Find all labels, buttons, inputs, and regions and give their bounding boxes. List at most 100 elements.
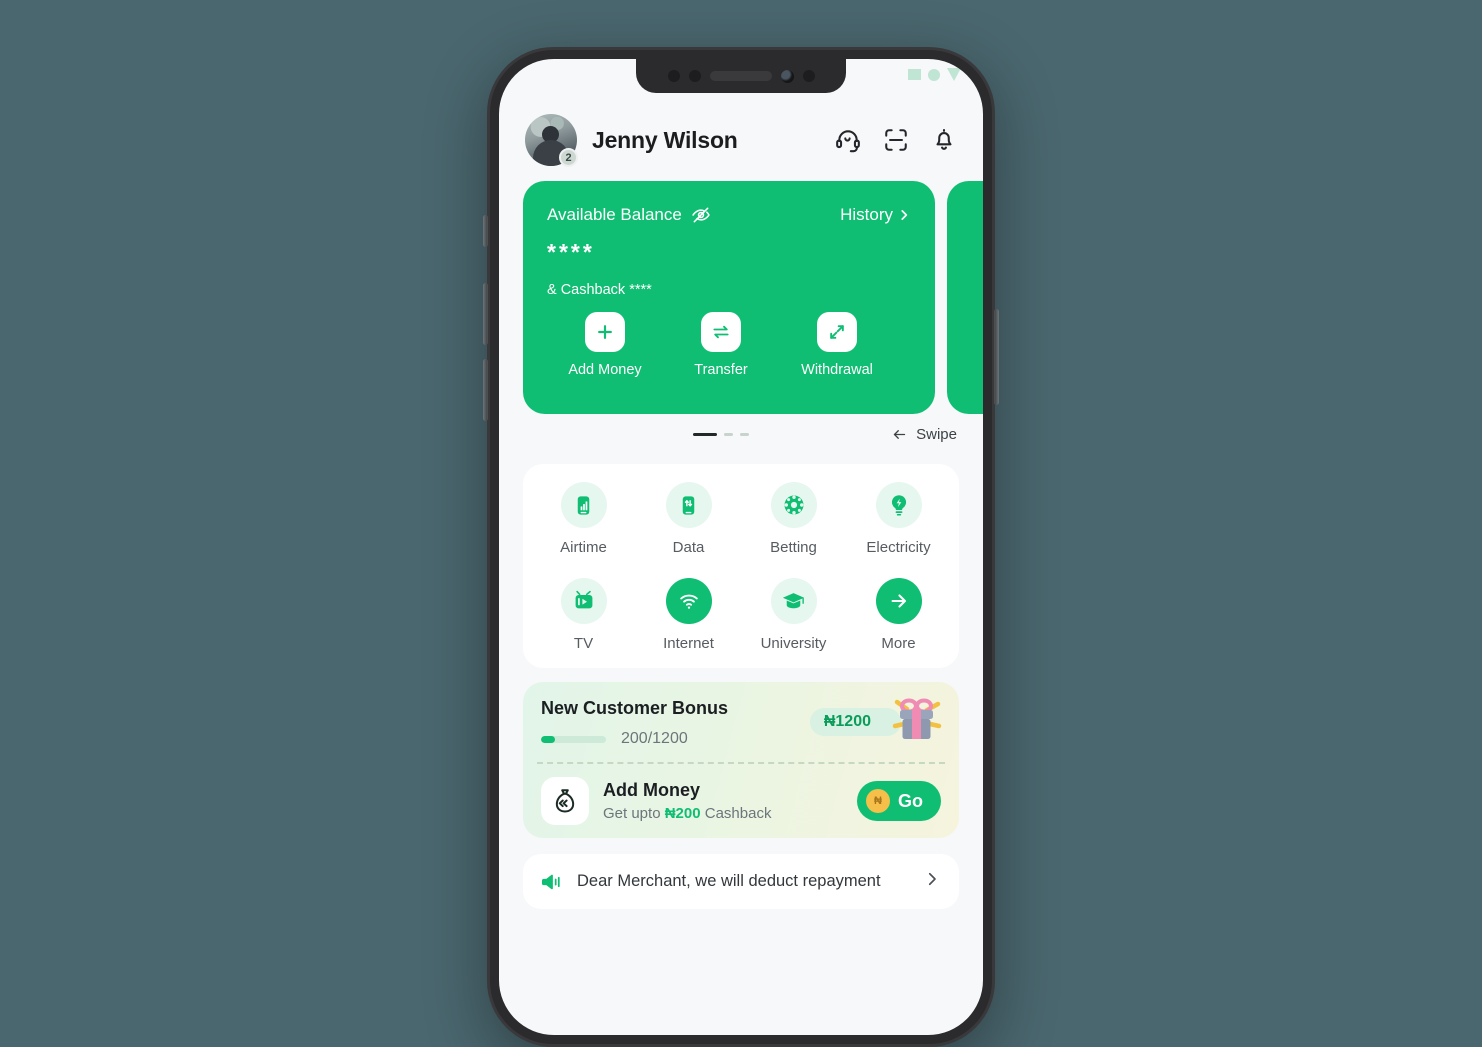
avatar-level-badge: 2 [559, 148, 578, 167]
progress-text: 200/1200 [621, 730, 688, 747]
wifi-icon [928, 68, 940, 81]
notice-text: Dear Merchant, we will deduct repayment [577, 872, 881, 890]
arrow-right-circle-icon [875, 578, 922, 624]
transfer-arrows-icon [701, 312, 741, 352]
balance-card-header: Available Balance History [547, 205, 911, 225]
battery-icon [947, 68, 961, 81]
chevron-right-icon [901, 210, 908, 220]
balance-card[interactable]: Available Balance History **** & Cashbac… [523, 181, 935, 414]
mute-switch[interactable] [483, 215, 488, 247]
offer-suffix: Cashback [700, 805, 772, 822]
airtime-signal-icon [560, 482, 607, 528]
service-more[interactable]: More [846, 578, 951, 652]
service-label: Internet [663, 635, 714, 652]
phone-screen: 2 Jenny Wilson Available Balance History… [499, 59, 983, 1035]
services-grid: Airtime Data Betting Electricity TV Inte… [523, 464, 959, 668]
balance-amount: **** [547, 239, 595, 265]
carousel-dots[interactable] [693, 432, 749, 436]
cashback-amount: & Cashback **** [547, 282, 652, 298]
naira-coin-icon: ₦ [866, 789, 890, 813]
withdrawal-label: Withdrawal [801, 362, 873, 378]
wifi-icon [665, 578, 712, 624]
status-badge: ₦1200 [809, 708, 901, 736]
bell-icon[interactable] [931, 127, 957, 153]
volume-up-button[interactable] [483, 283, 488, 345]
service-betting[interactable]: Betting [741, 482, 846, 556]
service-electricity[interactable]: Electricity [846, 482, 951, 556]
graduation-cap-icon [770, 578, 817, 624]
eye-off-icon[interactable] [691, 205, 711, 225]
carousel-dot-2[interactable] [724, 432, 733, 436]
offer-text-block: Add Money Get upto ₦200 Cashback [603, 780, 771, 822]
service-airtime[interactable]: Airtime [531, 482, 636, 556]
scan-icon[interactable] [883, 127, 909, 153]
balance-actions: Add Money Transfer Withdrawal [547, 312, 911, 378]
headset-icon[interactable] [835, 127, 861, 153]
balance-card-next[interactable] [947, 181, 983, 414]
go-button-label: Go [898, 790, 923, 811]
chevron-right-icon[interactable] [923, 870, 941, 893]
new-customer-bonus-card[interactable]: New Customer Bonus 200/1200 ₦1200 Add Mo… [523, 682, 959, 838]
front-camera [780, 69, 794, 83]
service-label: Airtime [560, 539, 607, 556]
carousel-dot-1[interactable] [693, 432, 717, 436]
header-actions [835, 127, 957, 153]
app-content: 2 Jenny Wilson Available Balance History… [499, 59, 983, 1035]
bulb-bolt-icon [875, 482, 922, 528]
offer-amount: ₦200 [664, 805, 701, 822]
services-row-1: Airtime Data Betting Electricity [531, 482, 951, 556]
data-transfer-icon [665, 482, 712, 528]
progress-bar-fill [541, 735, 556, 743]
bonus-offer-row[interactable]: Add Money Get upto ₦200 Cashback ₦ Go [523, 764, 959, 838]
history-link[interactable]: History [840, 205, 911, 225]
service-university[interactable]: University [741, 578, 846, 652]
merchant-notice-bar[interactable]: Dear Merchant, we will deduct repayment [523, 854, 959, 909]
service-label: Electricity [866, 539, 931, 556]
services-row-2: TV Internet University More [531, 578, 951, 652]
service-label: TV [573, 635, 594, 652]
status-bar [908, 68, 961, 81]
signal-icon [908, 69, 921, 80]
carousel-controls: Swipe [511, 418, 971, 450]
volume-down-button[interactable] [483, 359, 488, 421]
balance-label: Available Balance [547, 205, 682, 224]
notch-sensor-dot [667, 70, 680, 82]
notch-sensor-dot [688, 70, 701, 82]
transfer-label: Transfer [694, 362, 748, 378]
offer-subtitle: Get upto ₦200 Cashback [603, 805, 771, 822]
plus-icon [585, 312, 625, 352]
transfer-action[interactable]: Transfer [663, 312, 779, 378]
gift-box-icon [889, 696, 943, 742]
app-header: 2 Jenny Wilson [511, 105, 971, 175]
swipe-hint[interactable]: Swipe [890, 426, 957, 443]
add-money-action[interactable]: Add Money [547, 312, 663, 378]
notch-sensor-dot [802, 70, 815, 82]
arrow-left-icon [893, 429, 906, 439]
offer-prefix: Get upto [603, 805, 665, 822]
arrow-out-icon [817, 312, 857, 352]
megaphone-icon [541, 871, 563, 893]
swipe-label: Swipe [916, 425, 957, 443]
earpiece-speaker [709, 71, 772, 81]
betting-ball-icon [770, 482, 817, 528]
bonus-progress-section: New Customer Bonus 200/1200 ₦1200 [523, 682, 959, 762]
service-label: More [881, 635, 916, 652]
offer-title: Add Money [603, 780, 700, 800]
add-money-label: Add Money [568, 362, 642, 378]
service-internet[interactable]: Internet [636, 578, 741, 652]
avatar[interactable]: 2 [525, 114, 578, 167]
withdrawal-action[interactable]: Withdrawal [779, 312, 895, 378]
progress-bar [541, 735, 606, 743]
power-button[interactable] [994, 309, 999, 405]
go-button[interactable]: ₦ Go [857, 781, 941, 821]
service-label: Data [672, 539, 705, 556]
service-tv[interactable]: TV [531, 578, 636, 652]
phone-notch [636, 59, 846, 93]
tv-icon [560, 578, 607, 624]
phone-frame: 2 Jenny Wilson Available Balance History… [483, 47, 999, 1047]
money-bag-icon [541, 777, 589, 825]
balance-carousel[interactable]: Available Balance History **** & Cashbac… [511, 181, 983, 414]
service-data[interactable]: Data [636, 482, 741, 556]
carousel-dot-3[interactable] [740, 432, 749, 436]
history-label: History [840, 205, 893, 224]
